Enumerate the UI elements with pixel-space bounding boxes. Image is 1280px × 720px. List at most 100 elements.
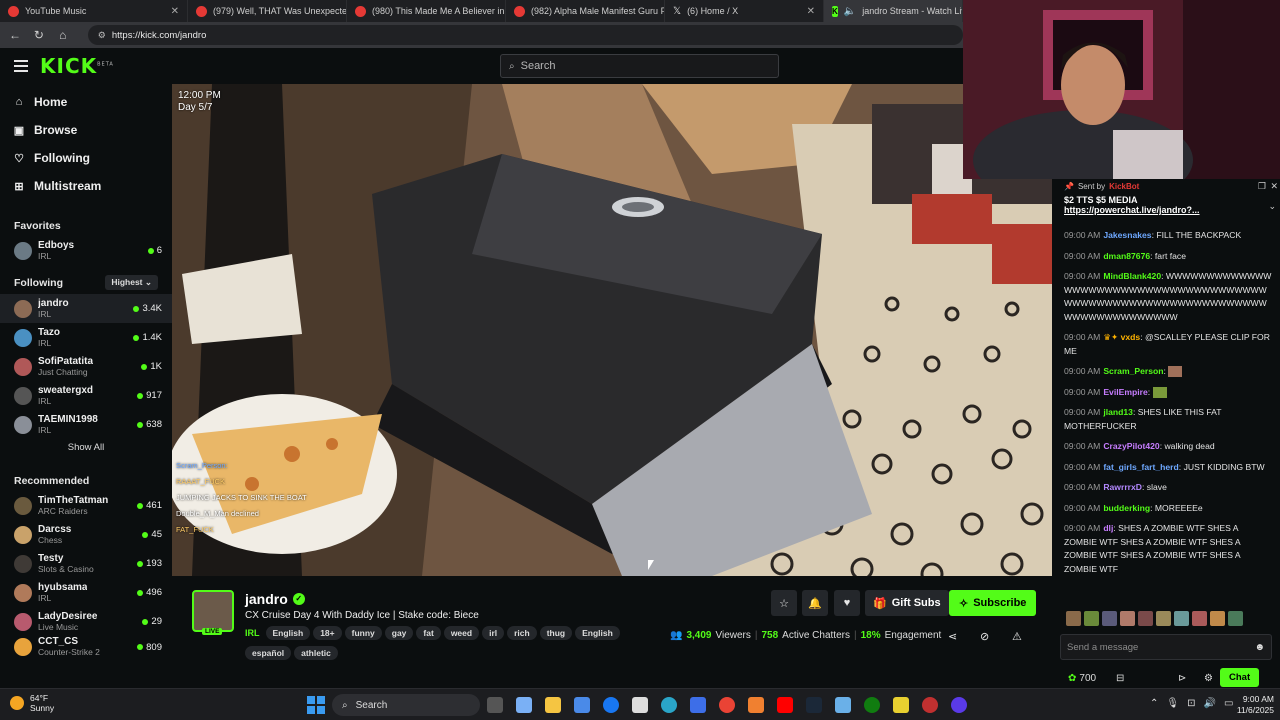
unpin-icon[interactable]: ✕	[1270, 181, 1278, 192]
amazon-icon[interactable]	[632, 697, 648, 713]
tag[interactable]: 18+	[313, 626, 342, 640]
tag[interactable]: irl	[482, 626, 505, 640]
xbox-icon[interactable]	[864, 697, 880, 713]
subscribe-button[interactable]: ✧ Subscribe	[949, 590, 1037, 616]
tag[interactable]: thug	[539, 626, 573, 640]
store-icon[interactable]	[574, 697, 590, 713]
reload-icon[interactable]: ↻	[32, 28, 46, 42]
sidebar-channel-edboys[interactable]: Edboys IRL 6	[0, 236, 172, 265]
vlc-icon[interactable]	[748, 697, 764, 713]
search-input[interactable]: ⌕ Search	[500, 54, 779, 78]
taskbar-clock[interactable]: 9:00 AM 11/6/2025	[1230, 694, 1274, 716]
calculator-icon[interactable]	[690, 697, 706, 713]
sidebar-channel-taemin1998[interactable]: TAEMIN1998 IRL 638	[0, 410, 172, 439]
tag[interactable]: fat	[416, 626, 441, 640]
sidebar-channel-timthetatman[interactable]: TimTheTatman ARC Raiders 461	[0, 491, 172, 520]
browser-tab[interactable]: 𝕏 (6) Home / X ✕	[665, 0, 824, 22]
follow-button[interactable]: ♥	[834, 590, 860, 616]
home-icon[interactable]: ⌂	[56, 28, 70, 42]
browser-tab[interactable]: YouTube Music ✕	[0, 0, 188, 22]
sidebar-channel-jandro[interactable]: jandro IRL 3.4K	[0, 294, 172, 323]
close-icon[interactable]: ✕	[807, 6, 815, 17]
tag[interactable]: athletic	[294, 646, 338, 660]
tag[interactable]: English	[265, 626, 311, 640]
sidebar-channel-hyubsama[interactable]: hyubsama IRL 496	[0, 578, 172, 607]
system-tray[interactable]: ⌃ 🎙 ⊡ 🔊 ▭	[1150, 698, 1233, 709]
windows-start-icon[interactable]	[307, 696, 325, 714]
sidebar-channel-darcss[interactable]: Darcss Chess 45	[0, 520, 172, 549]
tag[interactable]: gay	[384, 626, 414, 640]
weather-widget[interactable]: 64°F Sunny	[10, 693, 54, 713]
browser-tab[interactable]: (980) This Made Me A Believer in ✕	[347, 0, 506, 22]
browser-tab-active[interactable]: K 🔈 jandro Stream - Watch Live	[824, 0, 963, 22]
browser-tab[interactable]: (982) Alpha Male Manifest Guru F ✕	[506, 0, 665, 22]
file-explorer-icon[interactable]	[545, 697, 561, 713]
gift-subs-button[interactable]: 🎁 Gift Subs	[865, 590, 949, 616]
chrome-icon[interactable]	[719, 697, 735, 713]
task-view-icon[interactable]	[487, 697, 503, 713]
hide-icon[interactable]: ⊘	[980, 630, 989, 643]
tag[interactable]: weed	[443, 626, 480, 640]
settings-icon[interactable]: ⚙	[1204, 673, 1213, 684]
emote-icon[interactable]	[1156, 610, 1171, 626]
emote-icon[interactable]	[1066, 610, 1081, 626]
sidebar-channel-testy[interactable]: Testy Slots & Casino 193	[0, 549, 172, 578]
show-all-button[interactable]: Show All	[0, 439, 172, 457]
category-link[interactable]: IRL	[245, 628, 260, 638]
chevron-down-icon[interactable]: ⌄	[1268, 201, 1276, 212]
speaker-icon[interactable]: 🔈	[844, 6, 856, 17]
sidebar-channel-sweatergxd[interactable]: sweatergxd IRL 917	[0, 381, 172, 410]
emote-icon[interactable]	[1084, 610, 1099, 626]
browser-tab[interactable]: (979) Well, THAT Was Unexpected ✕	[188, 0, 347, 22]
sidebar-channel-ladydesiree[interactable]: LadyDesiree Live Music 29	[0, 607, 172, 636]
app-icon[interactable]	[835, 697, 851, 713]
points-icon[interactable]: ✿	[1068, 673, 1076, 684]
chat-input[interactable]: Send a message ☻	[1060, 634, 1272, 660]
tag[interactable]: funny	[344, 626, 382, 640]
nav-following[interactable]: ♡ Following	[0, 144, 172, 172]
tag[interactable]: español	[245, 646, 292, 660]
sidebar-channel-sofipatatita[interactable]: SofiPatatita Just Chatting 1K	[0, 352, 172, 381]
site-info-icon[interactable]: ⚙	[98, 30, 106, 41]
steam-icon[interactable]	[806, 697, 822, 713]
streamer-name[interactable]: jandro	[245, 591, 288, 607]
emote-icon[interactable]	[1210, 610, 1225, 626]
back-icon[interactable]: ←	[8, 28, 22, 42]
emote-icon[interactable]	[1192, 610, 1207, 626]
sidebar-channel-cct-cs[interactable]: CCT_CS Counter-Strike 2 809	[0, 636, 172, 658]
tag[interactable]: English	[575, 626, 620, 640]
tag[interactable]: rich	[507, 626, 537, 640]
chat-send-button[interactable]: Chat	[1220, 668, 1260, 687]
report-icon[interactable]: ⚠	[1012, 630, 1022, 643]
emote-icon[interactable]	[1120, 610, 1135, 626]
close-icon[interactable]: ✕	[171, 6, 179, 17]
menu-icon[interactable]	[14, 60, 28, 72]
obs-icon[interactable]	[951, 697, 967, 713]
notification-button[interactable]: 🔔	[802, 590, 828, 616]
copilot-icon[interactable]	[516, 697, 532, 713]
pip-icon[interactable]: ⊳	[1178, 673, 1186, 684]
nav-home[interactable]: ⌂ Home	[0, 88, 172, 116]
emote-icon[interactable]	[1174, 610, 1189, 626]
notes-icon[interactable]	[893, 697, 909, 713]
emote-icon[interactable]	[1102, 610, 1117, 626]
url-field[interactable]: ⚙ https://kick.com/jandro	[87, 25, 963, 45]
app-icon[interactable]	[922, 697, 938, 713]
pinned-link[interactable]: https://powerchat.live/jandro?...	[1064, 205, 1272, 215]
edge-icon[interactable]	[661, 697, 677, 713]
streamer-avatar[interactable]	[192, 590, 234, 632]
emote-icon[interactable]	[1138, 610, 1153, 626]
video-player[interactable]: 12:00 PM Day 5/7 Scram_Person: RAAAT_FUC…	[172, 84, 1052, 576]
emoji-icon[interactable]: ☻	[1254, 642, 1265, 653]
emote-icon[interactable]	[1228, 610, 1243, 626]
nav-browse[interactable]: ▣ Browse	[0, 116, 172, 144]
favorite-star-button[interactable]: ☆	[771, 590, 797, 616]
copy-icon[interactable]: ❐	[1258, 181, 1266, 192]
kick-logo[interactable]: KICKBETA	[40, 54, 114, 78]
sidebar-channel-tazo[interactable]: Tazo IRL 1.4K	[0, 323, 172, 352]
sort-dropdown[interactable]: Highest ⌄	[105, 275, 158, 290]
taskbar-search[interactable]: ⌕ Search	[332, 694, 480, 716]
share-icon[interactable]: ⋖	[948, 630, 957, 643]
youtube-icon[interactable]	[777, 697, 793, 713]
nav-multistream[interactable]: ⊞ Multistream	[0, 172, 172, 200]
